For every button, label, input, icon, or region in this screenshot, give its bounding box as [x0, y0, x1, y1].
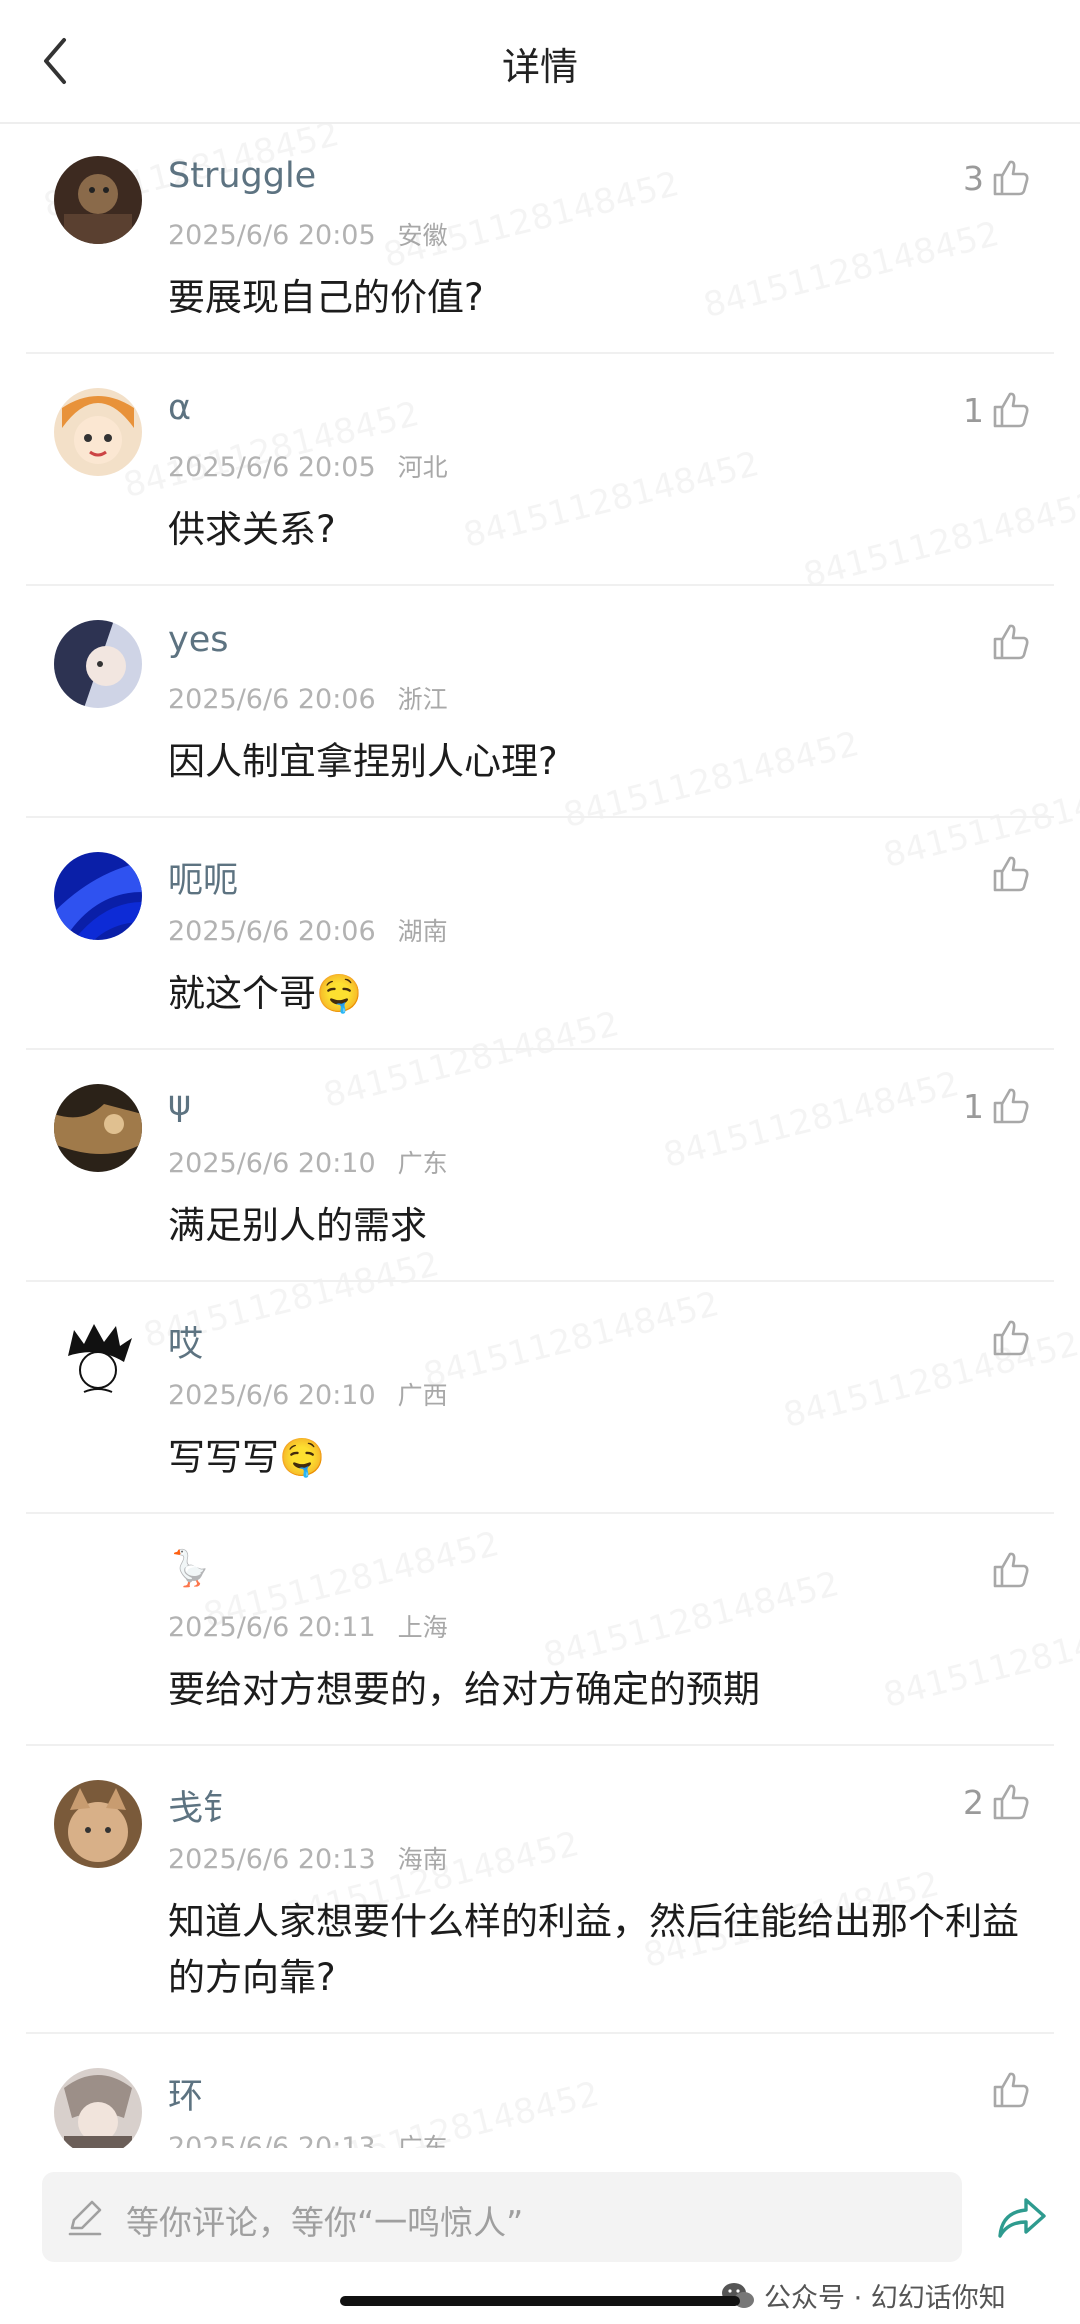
comment-time: 2025/6/6 20:13: [168, 2132, 376, 2148]
comment-username[interactable]: 环: [168, 2068, 203, 2119]
comment-text: 供求关系?: [168, 508, 336, 551]
avatar[interactable]: [54, 156, 142, 244]
comment-meta: 2025/6/6 20:13 海南: [168, 1840, 448, 1876]
comment-region: 广西: [397, 1381, 448, 1410]
like-button[interactable]: 1: [963, 388, 1030, 432]
comment-meta: 2025/6/6 20:13 广东: [168, 2128, 448, 2148]
avatar[interactable]: [54, 1316, 142, 1404]
comment-time: 2025/6/6 20:05: [168, 452, 376, 483]
comment-text: 要展现自己的价值?: [168, 276, 484, 319]
comment-item: 🪿 2025/6/6 20:11 上海 要给对方想要的，给对方确定的预期: [0, 1514, 1080, 1746]
thumbs-up-icon: [993, 1784, 1029, 1820]
comment-region: 浙江: [397, 685, 448, 714]
comment-username[interactable]: α: [168, 388, 191, 428]
comment-item: 戋钅 2025/6/6 20:13 海南 知道人家想要什么样的利益，然后往能给出那…: [0, 1746, 1080, 2034]
comment-item: yes 2025/6/6 20:06 浙江 因人制宜拿捏别人心理?: [0, 586, 1080, 818]
comment-username[interactable]: 呃呃: [168, 852, 238, 903]
avatar[interactable]: [54, 620, 142, 708]
thumbs-up-icon: [993, 2072, 1029, 2108]
like-count: 1: [963, 1086, 984, 1126]
like-button[interactable]: [984, 2068, 1030, 2112]
like-button[interactable]: [984, 1548, 1030, 1592]
comment-item: 呃呃 2025/6/6 20:06 湖南 就这个哥🤤: [0, 818, 1080, 1050]
comment-time: 2025/6/6 20:06: [168, 684, 376, 715]
comment-meta: 2025/6/6 20:11 上海: [168, 1608, 448, 1644]
like-button[interactable]: 2: [963, 1780, 1030, 1824]
comment-username[interactable]: 哎: [168, 1316, 203, 1367]
comment-time: 2025/6/6 20:11: [168, 1612, 376, 1643]
comment-meta: 2025/6/6 20:06 浙江: [168, 680, 448, 716]
page-title: 详情: [501, 45, 578, 89]
comment-meta: 2025/6/6 20:05 安徽: [168, 216, 448, 252]
comment-meta: 2025/6/6 20:10 广东: [168, 1144, 448, 1180]
like-count: 1: [963, 390, 984, 430]
comment-item: 哎 2025/6/6 20:10 广西 写写写🤤: [0, 1282, 1080, 1514]
comment-item: α 2025/6/6 20:05 河北 供求关系? 1: [0, 354, 1080, 586]
avatar[interactable]: [54, 1780, 142, 1868]
comment-username[interactable]: 戋钅: [168, 1780, 238, 1831]
comment-meta: 2025/6/6 20:10 广西: [168, 1376, 448, 1412]
comment-region: 广东: [397, 1149, 448, 1178]
comment-time: 2025/6/6 20:13: [168, 1844, 376, 1875]
avatar[interactable]: [54, 388, 142, 476]
avatar[interactable]: [54, 2068, 142, 2148]
like-button[interactable]: [984, 852, 1030, 896]
thumbs-up-icon: [993, 856, 1029, 892]
comment-item: ψ 2025/6/6 20:10 广东 满足别人的需求 1: [0, 1050, 1080, 1282]
comment-item: Struggle 2025/6/6 20:05 安徽 要展现自己的价值? 3: [0, 122, 1080, 354]
like-count: 3: [963, 158, 984, 198]
comment-time: 2025/6/6 20:10: [168, 1148, 376, 1179]
comment-text: 因人制宜拿捏别人心理?: [168, 740, 558, 783]
share-icon[interactable]: [992, 2188, 1052, 2248]
comment-input-placeholder: 等你评论，等你“一鸣惊人”: [126, 2203, 524, 2242]
comment-meta: 2025/6/6 20:06 湖南: [168, 912, 448, 948]
thumbs-up-icon: [993, 1552, 1029, 1588]
like-button[interactable]: [984, 1316, 1030, 1360]
comment-meta: 2025/6/6 20:05 河北: [168, 448, 448, 484]
thumbs-up-icon: [993, 160, 1029, 196]
avatar[interactable]: [54, 1548, 142, 1636]
comment-username[interactable]: yes: [168, 620, 228, 660]
thumbs-up-icon: [993, 1088, 1029, 1124]
comment-region: 海南: [397, 1845, 448, 1874]
thumbs-up-icon: [993, 624, 1029, 660]
home-indicator[interactable]: [340, 2296, 740, 2306]
thumbs-up-icon: [993, 392, 1029, 428]
footer-text: 公众号 · 幻幻话你知: [764, 2283, 1006, 2314]
comment-text: 要给对方想要的，给对方确定的预期: [168, 1668, 760, 1711]
comment-region: 上海: [397, 1613, 448, 1642]
comment-text: 知道人家想要什么样的利益，然后往能给出那个利益的方向靠?: [168, 1900, 1019, 1999]
avatar[interactable]: [54, 852, 142, 940]
avatar[interactable]: [54, 1084, 142, 1172]
comment-username[interactable]: 🪿: [168, 1548, 212, 1589]
comment-region: 河北: [397, 453, 448, 482]
comment-time: 2025/6/6 20:06: [168, 916, 376, 947]
like-button[interactable]: 3: [963, 156, 1030, 200]
comment-region: 安徽: [397, 221, 448, 250]
like-button[interactable]: [984, 620, 1030, 664]
pencil-icon: [68, 2200, 102, 2236]
top-nav-bar: 详情: [0, 0, 1080, 124]
comment-username[interactable]: Struggle: [168, 156, 316, 196]
comment-region: 湖南: [397, 917, 448, 946]
comment-time: 2025/6/6 20:10: [168, 1380, 376, 1411]
comment-text: 写写写🤤: [168, 1436, 326, 1479]
like-button[interactable]: 1: [963, 1084, 1030, 1128]
comment-text: 满足别人的需求: [168, 1204, 427, 1247]
footer-watermark: 公众号 · 幻幻话你知: [720, 2276, 1006, 2315]
comment-input[interactable]: 等你评论，等你“一鸣惊人”: [42, 2172, 962, 2262]
comment-region: 广东: [397, 2133, 448, 2148]
comment-item: 环 2025/6/6 20:13 广东: [0, 2034, 1080, 2148]
comment-list[interactable]: Struggle 2025/6/6 20:05 安徽 要展现自己的价值? 3 α …: [0, 122, 1080, 2148]
comment-username[interactable]: ψ: [168, 1084, 191, 1124]
like-count: 2: [963, 1782, 984, 1822]
comment-time: 2025/6/6 20:05: [168, 220, 376, 251]
comment-text: 就这个哥🤤: [168, 972, 363, 1015]
thumbs-up-icon: [993, 1320, 1029, 1356]
